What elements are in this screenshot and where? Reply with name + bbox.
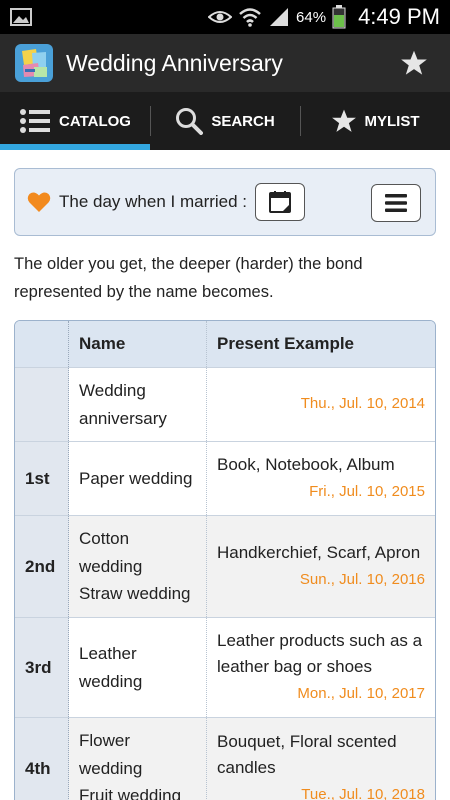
eye-icon bbox=[208, 11, 233, 23]
name-line: Paper wedding bbox=[79, 468, 193, 488]
calendar-icon bbox=[269, 191, 292, 213]
married-date-box: The day when I married : bbox=[14, 168, 436, 236]
present-text: Book, Notebook, Album bbox=[217, 455, 395, 474]
present-text: Bouquet, Floral scented candles bbox=[217, 731, 397, 778]
content-area[interactable]: The day when I married : The older you g… bbox=[0, 150, 450, 800]
header-year bbox=[15, 321, 69, 367]
name-cell: Leather wedding bbox=[69, 618, 207, 717]
tab-catalog-label: CATALOG bbox=[59, 112, 131, 130]
anniversary-date: Sun., Jul. 10, 2016 bbox=[299, 570, 425, 588]
header-present: Present Example bbox=[207, 321, 435, 367]
tab-mylist[interactable]: MYLIST bbox=[300, 92, 450, 150]
present-cell: Book, Notebook, Album Fri., Jul. 10, 201… bbox=[207, 442, 435, 515]
present-cell: Leather products such as a leather bag o… bbox=[207, 618, 435, 717]
header-name: Name bbox=[69, 321, 207, 367]
year-cell: 4th bbox=[15, 718, 69, 800]
menu-button[interactable] bbox=[371, 184, 421, 222]
anniversary-table: Name Present Example Wedding anniversary… bbox=[14, 320, 436, 800]
search-icon bbox=[176, 108, 204, 135]
name-line: wedding bbox=[79, 671, 143, 691]
married-label: The day when I married : bbox=[59, 192, 248, 211]
tab-search-label: SEARCH bbox=[211, 112, 275, 130]
name-line: Cotton bbox=[79, 529, 130, 549]
app-logo-icon bbox=[15, 44, 53, 82]
name-line: wedding bbox=[79, 758, 143, 778]
table-row[interactable]: Wedding anniversary Thu., Jul. 10, 2014 bbox=[15, 367, 435, 441]
battery-percent: 64% bbox=[296, 8, 327, 26]
name-line: anniversary bbox=[79, 408, 167, 428]
year-cell: 3rd bbox=[15, 618, 69, 717]
anniversary-date: Mon., Jul. 10, 2017 bbox=[297, 684, 425, 702]
present-cell: Bouquet, Floral scented candles Tue., Ju… bbox=[207, 718, 435, 800]
tab-catalog[interactable]: CATALOG bbox=[0, 92, 150, 150]
present-text: Leather products such as a leather bag o… bbox=[217, 630, 423, 677]
favorite-button[interactable] bbox=[394, 43, 434, 83]
header-name-label: Name bbox=[79, 334, 126, 354]
present-cell: Handkerchief, Scarf, Apron Sun., Jul. 10… bbox=[207, 516, 435, 617]
star-icon bbox=[331, 109, 356, 132]
tab-bar: CATALOG SEARCH MYLIST bbox=[0, 92, 450, 150]
status-bar: 64% 4:49 PM bbox=[0, 0, 450, 34]
tab-search[interactable]: SEARCH bbox=[150, 92, 300, 150]
star-icon bbox=[401, 50, 427, 75]
anniversary-date: Thu., Jul. 10, 2014 bbox=[300, 395, 425, 413]
name-cell: Wedding anniversary bbox=[69, 368, 207, 441]
name-cell: Paper wedding bbox=[69, 442, 207, 515]
anniversary-date: Fri., Jul. 10, 2015 bbox=[309, 482, 425, 500]
header-present-label: Present Example bbox=[217, 333, 355, 353]
app-title: Wedding Anniversary bbox=[66, 49, 283, 76]
menu-icon bbox=[385, 194, 407, 212]
table-row[interactable]: 4th Flower wedding Fruit wedding Bouquet… bbox=[15, 717, 435, 800]
intro-text: The older you get, the deeper (harder) t… bbox=[14, 255, 363, 301]
image-icon bbox=[10, 8, 32, 26]
year-cell bbox=[15, 368, 69, 441]
calendar-button[interactable] bbox=[255, 183, 306, 221]
signal-icon bbox=[270, 8, 289, 26]
anniversary-date: Tue., Jul. 10, 2018 bbox=[301, 785, 425, 800]
name-line: Wedding bbox=[79, 381, 146, 400]
heart-icon bbox=[27, 192, 51, 212]
name-line: wedding bbox=[79, 556, 143, 576]
clock: 4:49 PM bbox=[358, 4, 440, 29]
year-cell: 1st bbox=[15, 442, 69, 515]
list-icon bbox=[20, 109, 51, 133]
battery-icon bbox=[332, 5, 346, 29]
name-line: Straw wedding bbox=[79, 584, 191, 604]
name-line: Flower bbox=[79, 731, 131, 751]
table-row[interactable]: 3rd Leather wedding Leather products suc… bbox=[15, 617, 435, 717]
tab-mylist-label: MYLIST bbox=[364, 112, 420, 130]
wifi-icon bbox=[239, 8, 261, 27]
name-cell: Cotton wedding Straw wedding bbox=[69, 516, 207, 617]
table-row[interactable]: 2nd Cotton wedding Straw wedding Handker… bbox=[15, 515, 435, 617]
name-cell: Flower wedding Fruit wedding bbox=[69, 718, 207, 800]
table-header-row: Name Present Example bbox=[15, 321, 435, 367]
name-line: Fruit wedding bbox=[79, 786, 182, 800]
name-line: Leather bbox=[79, 644, 137, 663]
present-cell: Thu., Jul. 10, 2014 bbox=[207, 368, 435, 441]
year-cell: 2nd bbox=[15, 516, 69, 617]
present-text: Handkerchief, Scarf, Apron bbox=[217, 543, 421, 562]
table-row[interactable]: 1st Paper wedding Book, Notebook, Album … bbox=[15, 441, 435, 515]
action-bar: Wedding Anniversary bbox=[0, 34, 450, 92]
